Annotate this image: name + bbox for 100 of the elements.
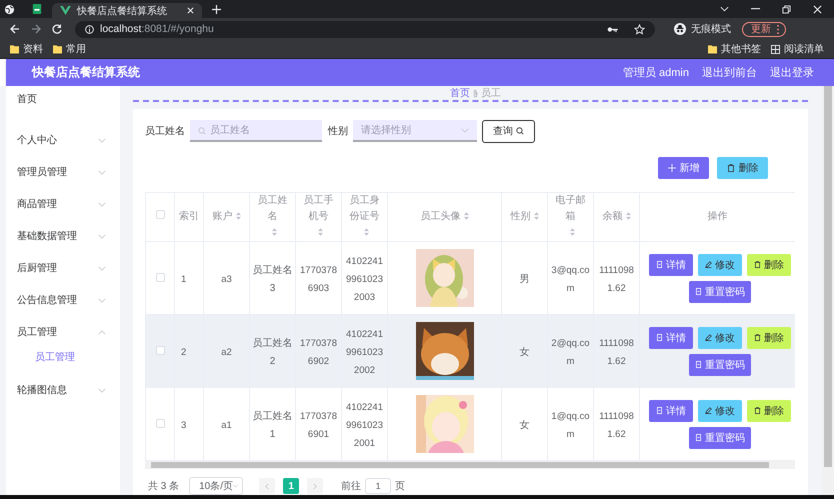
prev-page-button[interactable] (259, 478, 276, 494)
breadcrumb-link[interactable]: 首页 (450, 86, 470, 100)
v-logo-icon (60, 6, 71, 15)
table-cell: 17703786902 (300, 338, 337, 367)
bookmark-item[interactable]: 阅读清单 (771, 42, 824, 56)
delete-button[interactable]: 删除 (747, 400, 791, 422)
document-icon (656, 334, 663, 341)
document-icon (656, 407, 663, 414)
reset-button[interactable]: 重置密码 (689, 426, 751, 448)
chevron-down-icon[interactable] (720, 6, 729, 12)
app-tab-icon[interactable] (32, 4, 42, 14)
goto-label: 前往 (341, 480, 362, 493)
sidebar-item[interactable]: 公告信息管理 (6, 284, 120, 316)
total-count: 共 3 条 (148, 480, 180, 493)
document-icon (695, 361, 702, 368)
sidebar-item[interactable]: 个人中心 (6, 124, 120, 156)
search-button[interactable]: 查询 (482, 120, 535, 142)
browser-tab[interactable]: 快餐店点餐结算系统 (52, 3, 202, 18)
detail-button[interactable]: 详情 (649, 326, 693, 348)
sidebar-item[interactable]: 基础数据管理 (6, 220, 120, 252)
chevron-left-icon (265, 482, 270, 490)
trash-icon (754, 334, 761, 341)
sidebar-item[interactable]: 商品管理 (6, 188, 120, 220)
next-page-button[interactable] (307, 478, 324, 494)
chevron-down-icon (233, 484, 238, 488)
table-cell: 410224199610232001 (346, 402, 383, 449)
table-cell: 2@qq.com (551, 338, 590, 367)
sort-icon[interactable] (626, 212, 630, 220)
bookmark-item[interactable]: 其他书签 (708, 42, 761, 56)
sort-icon[interactable] (272, 228, 276, 236)
globe-icon[interactable] (4, 4, 15, 14)
bookmark-item[interactable]: 资料 (10, 42, 43, 56)
header-link[interactable]: 退出登录 (770, 65, 814, 80)
table-cell: 17703786903 (300, 265, 337, 294)
sidebar-item[interactable]: 后厨管理 (6, 252, 120, 284)
column-header: 索引 (179, 210, 199, 224)
add-button[interactable]: 新增 (658, 157, 709, 179)
page-input[interactable]: 1 (365, 478, 392, 494)
header-link[interactable]: 管理员 admin (622, 65, 689, 80)
bookmark-item[interactable]: 常用 (53, 42, 86, 56)
address-field[interactable]: localhost:8081/#/yonghu (75, 20, 655, 38)
sort-icon[interactable] (236, 212, 240, 220)
row-checkbox[interactable] (156, 273, 164, 282)
star-icon[interactable] (634, 24, 645, 34)
edit-button[interactable]: 修改 (698, 326, 742, 348)
detail-button[interactable]: 详情 (649, 254, 693, 276)
incognito-icon[interactable] (674, 23, 686, 35)
sort-icon[interactable] (534, 212, 538, 220)
table-cell: 员工姓名1 (252, 411, 292, 440)
select-field[interactable]: 请选择性别 (353, 120, 477, 142)
folder-icon (53, 44, 62, 54)
trash-icon (754, 261, 761, 268)
table-cell: 员工姓名2 (252, 338, 292, 367)
delete-button[interactable]: 删除 (747, 326, 791, 348)
document-icon (695, 288, 702, 295)
pen-icon (705, 407, 712, 414)
input-field[interactable]: 员工姓名 (190, 120, 322, 142)
folder-icon (10, 44, 19, 54)
edit-button[interactable]: 修改 (698, 400, 742, 422)
detail-button[interactable]: 详情 (649, 400, 693, 422)
reload-icon[interactable] (52, 24, 62, 34)
search-icon (516, 127, 524, 135)
delete-button[interactable]: 删除 (747, 254, 791, 276)
sort-icon[interactable] (364, 228, 368, 236)
trash-icon (726, 164, 734, 172)
minimize-icon[interactable] (751, 8, 760, 10)
table-cell: 3@qq.com (551, 265, 590, 294)
sidebar-item[interactable]: 管理员管理 (6, 156, 120, 188)
delete-button[interactable]: 删除 (717, 157, 768, 179)
column-header: 员工身份证号 (348, 194, 380, 224)
close-icon[interactable] (813, 4, 822, 14)
reset-button[interactable]: 重置密码 (689, 354, 751, 376)
back-icon[interactable] (10, 24, 20, 34)
page-unit: 页 (395, 480, 406, 493)
horizontal-scrollbar[interactable] (145, 461, 795, 469)
row-checkbox[interactable] (156, 346, 164, 355)
key-icon[interactable] (607, 26, 618, 32)
update-button[interactable]: 更新 (742, 22, 786, 36)
table-cell: 2 (181, 347, 186, 358)
table-cell: a3 (221, 274, 232, 285)
vertical-scrollbar[interactable] (822, 86, 834, 495)
row-checkbox[interactable] (156, 419, 164, 428)
table-cell: 女 (520, 347, 530, 358)
new-tab-icon[interactable] (212, 4, 221, 14)
profile-label: 无痕模式 (691, 22, 731, 36)
forward-icon[interactable] (31, 24, 41, 34)
reset-button[interactable]: 重置密码 (689, 280, 751, 302)
select-all-checkbox[interactable] (156, 210, 164, 219)
sort-icon[interactable] (464, 212, 468, 220)
table-cell: 员工姓名3 (252, 265, 292, 294)
field-label: 员工姓名 (145, 125, 185, 138)
header-link[interactable]: 退出到前台 (702, 65, 757, 80)
close-icon[interactable] (187, 7, 194, 14)
sidebar-item[interactable]: 首页 (6, 92, 120, 110)
edit-button[interactable]: 修改 (698, 254, 742, 276)
sidebar-item[interactable]: 轮播图信息 (6, 374, 120, 406)
pen-icon (705, 261, 712, 268)
sort-icon[interactable] (570, 228, 574, 236)
sort-icon[interactable] (318, 228, 322, 236)
restore-icon[interactable] (782, 4, 791, 14)
